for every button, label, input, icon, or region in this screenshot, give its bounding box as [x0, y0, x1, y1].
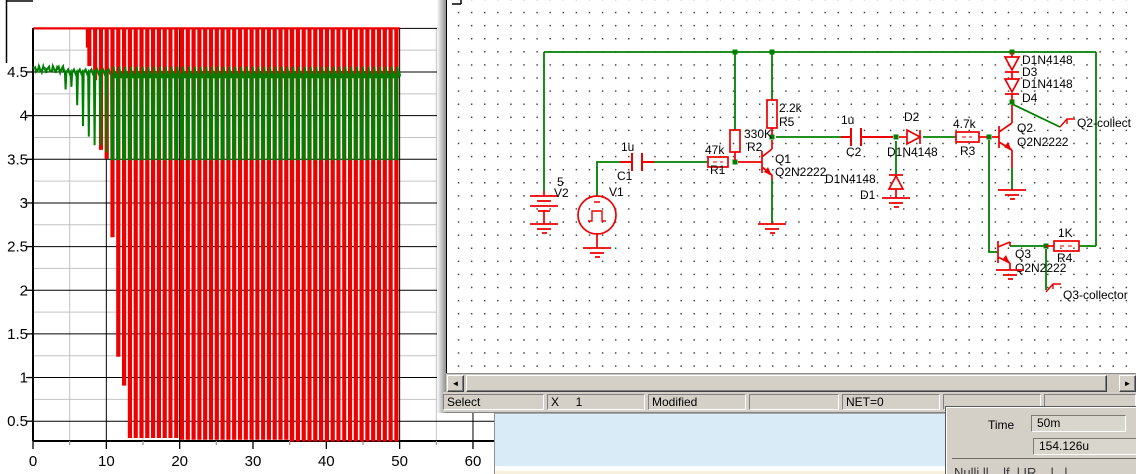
component-value: 1u — [621, 140, 634, 154]
status-net: NET=0 — [842, 394, 940, 410]
component-name: Q1 — [775, 152, 791, 166]
plot-frame-corner — [6, 0, 33, 63]
component-value: 1K — [1058, 226, 1073, 240]
y-tick-label: 4.5 — [7, 64, 28, 81]
x-tick-label: 50 — [391, 453, 408, 470]
x-tick-label: 20 — [171, 453, 188, 470]
y-tick-label: 2.5 — [7, 239, 28, 256]
transistor-Q2[interactable]: Q2 Q2N2222 — [992, 105, 1069, 168]
component-name: R3 — [960, 144, 976, 158]
panel-divider — [952, 458, 1136, 459]
component-model: Q2N2222 — [1017, 135, 1069, 149]
waveform-plot-window: 0 10 20 30 40 50 60 4.5 4 3.5 3 2.5 2 1.5 1 0.5 — [0, 0, 500, 474]
component-name: D4 — [1022, 91, 1038, 105]
time-label: Time — [988, 418, 1014, 432]
component-model: D1N4148 — [825, 172, 876, 186]
y-tick-label: 3.5 — [7, 151, 28, 168]
scrollbar-thumb[interactable] — [466, 375, 1107, 392]
x-tick-label: 10 — [98, 453, 115, 470]
component-name: C1 — [617, 169, 633, 183]
battery-V2[interactable]: 5 V2 — [530, 175, 569, 224]
net-label: Q2-collect — [1077, 116, 1132, 130]
net-flag-q3-collector[interactable]: Q3-collector — [1046, 284, 1128, 302]
time-range-field[interactable]: 50m — [1031, 415, 1126, 432]
component-model: D1N4148 — [1022, 77, 1073, 91]
component-name: R5 — [779, 115, 795, 129]
y-tick-label: 1 — [20, 370, 28, 387]
diode-D4[interactable]: D1N4148 D4 — [1005, 77, 1073, 105]
component-name: R1 — [710, 163, 726, 177]
wire-base-q3[interactable] — [989, 140, 998, 252]
analysis-status-panel: Time 50m 154.126u Nulli ll lf l IR l l — [945, 406, 1136, 474]
component-value: 2.2k — [779, 101, 803, 115]
x-tick-label: 30 — [245, 453, 262, 470]
component-name: V2 — [554, 186, 569, 200]
ground-symbols — [530, 190, 1026, 279]
scroll-right-button[interactable]: ► — [1119, 375, 1136, 392]
y-tick-label: 0.5 — [7, 413, 28, 430]
time-current-field[interactable]: 154.126u — [1033, 438, 1136, 455]
schematic-canvas[interactable]: 5 V2 V1 1u C1 — [446, 0, 1136, 373]
component-name: V1 — [609, 185, 624, 199]
horizontal-scrollbar[interactable]: ◄ ► — [446, 373, 1136, 392]
micro-cap-workspace: 0 10 20 30 40 50 60 4.5 4 3.5 3 2.5 2 1.5 1 0.5 — [0, 0, 1136, 474]
component-value: 330K — [744, 127, 772, 141]
background-window — [494, 413, 946, 474]
scroll-left-button[interactable]: ◄ — [447, 375, 464, 392]
component-value: 4.7k — [953, 117, 977, 131]
window-left-edge — [437, 0, 446, 413]
y-tick-label: 3 — [20, 195, 28, 212]
component-model: Q2N2222 — [775, 165, 827, 179]
waveform-plot[interactable]: 0 10 20 30 40 50 60 4.5 4 3.5 3 2.5 2 1.5 1 0.5 — [0, 0, 500, 474]
component-name: C2 — [846, 145, 862, 159]
resistor-R3[interactable]: 4.7k R3 — [953, 117, 987, 158]
net-flag-q2-collector[interactable]: Q2-collect — [1060, 116, 1132, 130]
x-tick-label: 0 — [29, 453, 37, 470]
component-model: D1N4148 — [887, 145, 938, 159]
resistor-R1[interactable]: 47k R1 — [705, 143, 728, 177]
component-name: Q3 — [1015, 247, 1031, 261]
capacitor-C2[interactable]: 1u C2 — [841, 113, 893, 159]
y-tick-label: 4 — [20, 108, 28, 125]
schematic-editor-window: 5 V2 V1 1u C1 — [437, 0, 1136, 413]
y-tick-label: 1.5 — [7, 326, 28, 343]
status-zoom: X 1 — [547, 394, 645, 410]
component-value: 1u — [841, 113, 854, 127]
component-name: D2 — [904, 110, 920, 124]
diode-D3[interactable]: D1N4148 D3 — [1005, 52, 1073, 79]
status-mode: Select — [443, 394, 544, 410]
component-name: D1 — [860, 188, 876, 202]
pulse-source-V1[interactable]: V1 — [578, 185, 624, 248]
x-tick-label: 60 — [465, 453, 482, 470]
component-name: R2 — [747, 140, 763, 154]
component-model: Q2N2222 — [1015, 261, 1067, 275]
resistor-R4[interactable]: 1K R4 — [1046, 226, 1079, 265]
net-label: Q3-collector — [1063, 288, 1128, 302]
component-value: 47k — [705, 143, 725, 157]
partial-offscreen-element — [452, 0, 461, 4]
resistor-R5[interactable]: 2.2k R5 — [767, 100, 803, 135]
x-tick-label: 40 — [318, 453, 335, 470]
clipped-text-fragment: Nulli ll lf l IR l l — [954, 463, 1067, 474]
status-modified: Modified — [648, 394, 746, 410]
y-tick-label: 2 — [20, 282, 28, 299]
component-name: Q2 — [1017, 121, 1033, 135]
capacitor-C1[interactable]: 1u C1 — [617, 140, 654, 183]
status-empty-1 — [749, 394, 839, 410]
